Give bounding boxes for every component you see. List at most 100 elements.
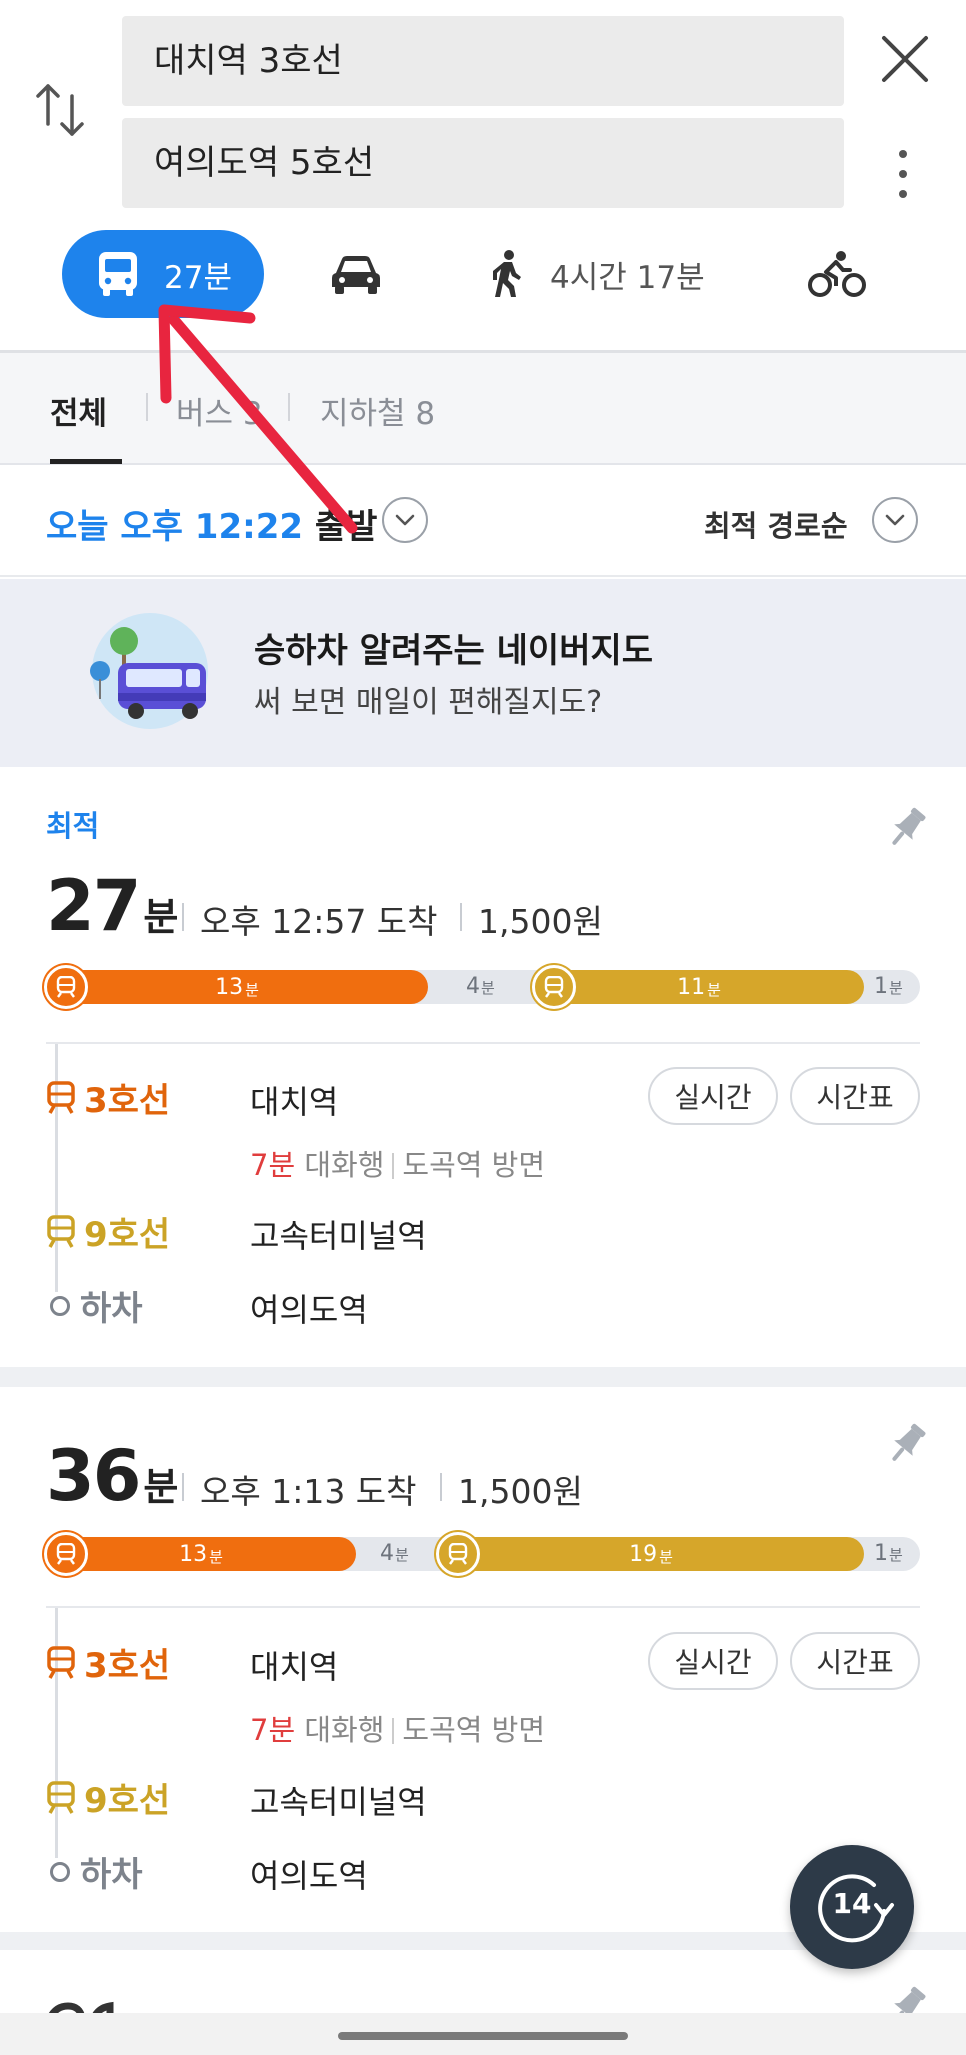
step-line3: 3호선 [46, 1638, 170, 1687]
close-icon[interactable] [876, 30, 934, 88]
alight-label: 하차 [80, 1855, 143, 1895]
departure-suffix: 출발 [303, 507, 378, 547]
origin-input[interactable]: 대치역 3호선 [122, 16, 844, 106]
train-heading: 도곡역 방면 [402, 1148, 546, 1182]
segment-unit: 분 [659, 1547, 673, 1566]
transfer-station: 고속터미널역 [250, 1217, 427, 1255]
bicycle-icon [808, 251, 866, 297]
train-heading: 도곡역 방면 [402, 1713, 546, 1747]
sort-dropdown-button[interactable] [872, 497, 918, 543]
segment-minutes: 13 [179, 1541, 208, 1567]
tab-bus[interactable]: 버스 3 [176, 388, 263, 433]
more-options-icon[interactable] [888, 148, 918, 200]
arrival-time: 오후 1:13 도착 [200, 1472, 417, 1511]
subway-icon [448, 1543, 468, 1565]
destination-input[interactable]: 여의도역 5호선 [122, 118, 844, 208]
card-gap [0, 1367, 966, 1387]
home-gesture-handle[interactable] [338, 2032, 628, 2040]
wait-minutes: 7분 [250, 1148, 296, 1182]
tab-separator [288, 393, 290, 421]
route-card[interactable]: 최적 27 분 오후 12:57 도착 1,500원 13 분 4분 11 분 1분 [0, 767, 966, 1367]
mode-walk[interactable]: 4시간 17분 [490, 230, 705, 318]
promo-banner[interactable]: 승하차 알려주는 네이버지도 써 보면 매일이 편해질지도? [0, 579, 966, 767]
subway-icon [47, 1645, 75, 1679]
wait-minutes: 7분 [250, 1713, 296, 1747]
alight-dot-icon [50, 1295, 70, 1316]
duration-unit: 분 [143, 895, 179, 939]
departure-time[interactable]: 오늘 오후 12:22 출발 [46, 499, 377, 548]
step-line3: 3호선 [46, 1073, 170, 1122]
train-direction: 대화행 [304, 1713, 385, 1747]
route-duration: 36 분 [46, 1435, 178, 1517]
segment-unit: 분 [395, 1546, 409, 1564]
duration-value: 36 [46, 1435, 141, 1517]
alight-label: 하차 [80, 1289, 143, 1329]
segment-minutes: 19 [629, 1541, 658, 1567]
alight-dot-icon [50, 1861, 70, 1882]
final-walk-minutes: 1분 [874, 1541, 903, 1566]
pin-icon[interactable] [884, 805, 928, 853]
subway-icon [47, 1780, 75, 1814]
step-line9: 9호선 [46, 1773, 170, 1822]
subway-badge [436, 1532, 480, 1576]
meta-separator [460, 903, 462, 931]
banner-subtitle: 써 보면 매일이 편해질지도? [254, 685, 603, 720]
segment-minutes: 4 [466, 974, 480, 999]
sort-order-label[interactable]: 최적 경로순 [704, 503, 848, 545]
segment-minutes: 11 [677, 974, 706, 1000]
pin-icon[interactable] [884, 1421, 928, 1469]
line-name: 3호선 [84, 1081, 171, 1121]
swap-icon[interactable] [32, 80, 88, 140]
subway-icon [56, 976, 76, 998]
best-route-badge: 최적 [46, 809, 100, 843]
refresh-countdown-button[interactable]: 14 [790, 1845, 914, 1969]
boarding-station: 대치역 [250, 1083, 339, 1121]
tab-subway[interactable]: 지하철 8 [320, 388, 435, 433]
timetable-button[interactable]: 시간표 [790, 1067, 920, 1125]
banner-title: 승하차 알려주는 네이버지도 [254, 631, 654, 671]
boarding-station: 대치역 [250, 1648, 339, 1686]
segment-unit: 분 [209, 1547, 223, 1566]
departure-time-value: 오늘 오후 12:22 [46, 507, 304, 547]
walk-duration: 4시간 17분 [550, 259, 705, 296]
card-divider [46, 1606, 920, 1608]
arrival-time: 오후 12:57 도착 [200, 902, 438, 941]
tab-all[interactable]: 전체 [50, 388, 107, 433]
subway-icon [56, 1543, 76, 1565]
bus-illustration [90, 613, 208, 729]
segment-minutes: 1 [874, 974, 888, 999]
fare: 1,500원 [458, 1472, 583, 1511]
segment-unit: 분 [889, 979, 903, 997]
departure-row: 오늘 오후 12:22 출발 최적 경로순 [0, 465, 966, 577]
chevron-down-icon [395, 514, 415, 526]
meta-separator [182, 1473, 184, 1501]
segment-unit: 분 [889, 1546, 903, 1564]
fare: 1,500원 [478, 902, 603, 941]
bus-icon [99, 252, 137, 296]
mode-car[interactable] [330, 230, 382, 318]
card-divider [46, 1042, 920, 1044]
segment-minutes: 4 [380, 1541, 394, 1566]
segment-minutes: 13 [215, 974, 244, 1000]
refresh-countdown: 14 [832, 1887, 872, 1920]
subway-icon [47, 1214, 75, 1248]
tab-separator [146, 393, 148, 421]
meta-separator [440, 1473, 442, 1501]
departure-dropdown-button[interactable] [382, 497, 428, 543]
timetable-button[interactable]: 시간표 [790, 1632, 920, 1690]
segment-line9: 19 분 [438, 1537, 864, 1571]
transfer-walk-minutes: 4분 [466, 974, 495, 999]
realtime-button[interactable]: 실시간 [648, 1632, 778, 1690]
realtime-button[interactable]: 실시간 [648, 1067, 778, 1125]
subway-badge [532, 965, 576, 1009]
segment-unit: 분 [245, 980, 259, 999]
mode-transit[interactable]: 27분 [62, 230, 264, 318]
mode-bike[interactable] [808, 230, 866, 318]
segment-line9: 11 분 [534, 970, 864, 1004]
chevron-down-icon [885, 514, 905, 526]
segment-unit: 분 [707, 980, 721, 999]
search-header: 대치역 3호선 여의도역 5호선 27분 4시간 17분 [0, 0, 966, 352]
route-progress-bar: 13 분 4분 11 분 1분 [44, 965, 920, 1009]
step-line9: 9호선 [46, 1207, 170, 1256]
segment-line3: 13 분 [46, 1537, 356, 1571]
